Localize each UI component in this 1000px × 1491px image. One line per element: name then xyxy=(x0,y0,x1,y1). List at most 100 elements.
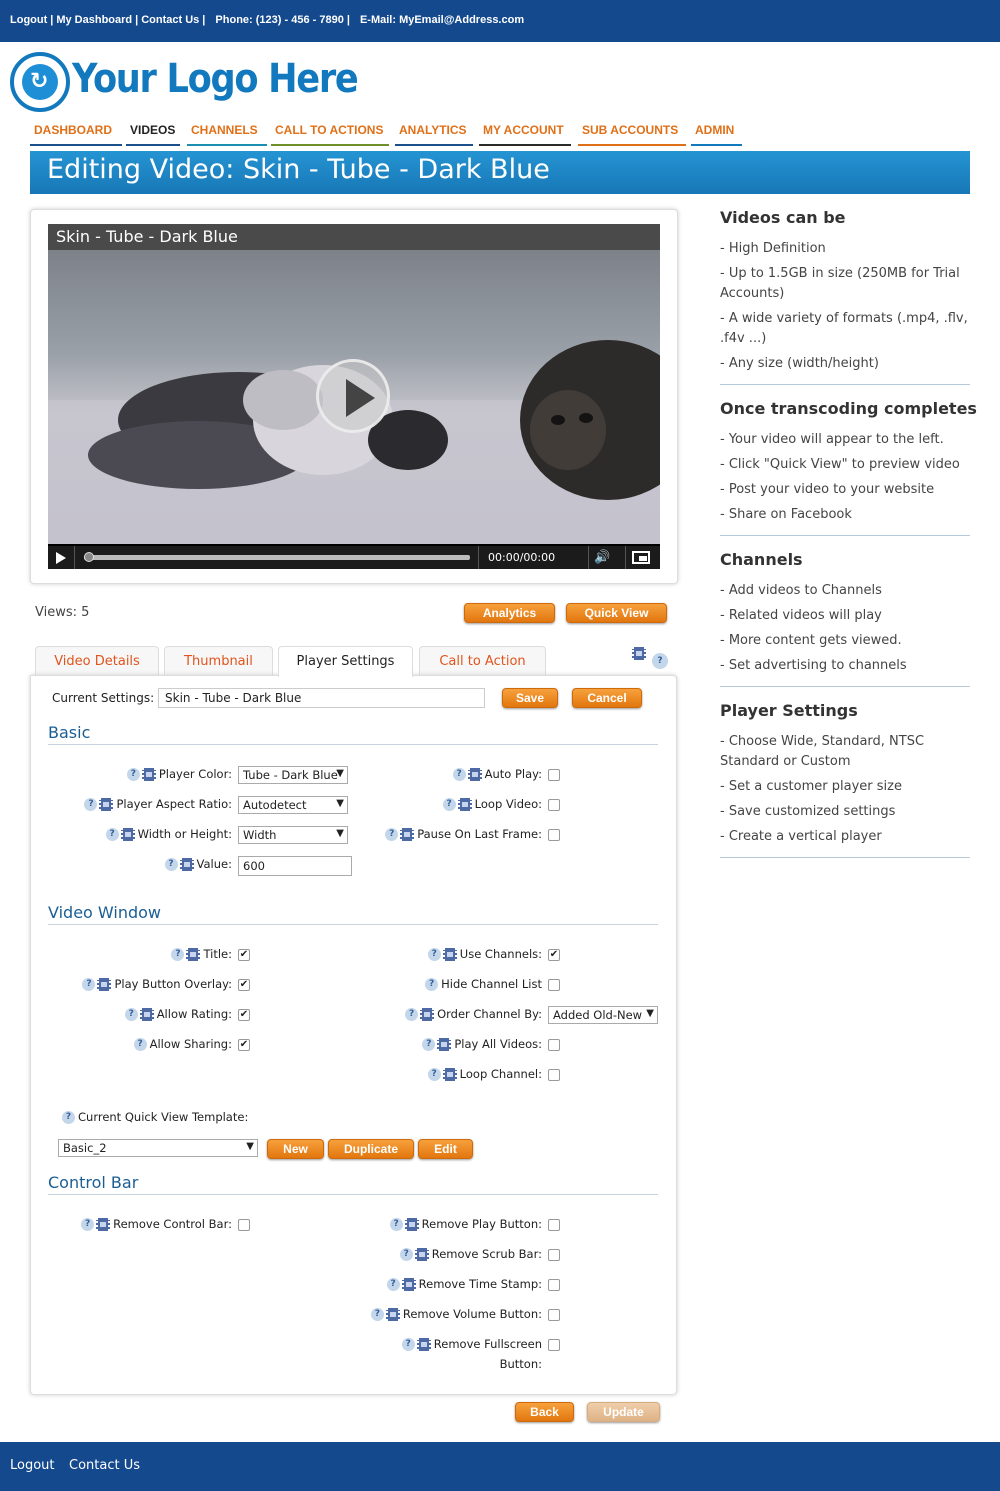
film-icon[interactable] xyxy=(457,798,472,811)
film-icon[interactable] xyxy=(400,828,415,841)
use-channels-checkbox[interactable]: ✔ xyxy=(548,949,560,961)
play-all-checkbox[interactable] xyxy=(548,1039,560,1051)
film-icon[interactable] xyxy=(99,798,114,811)
current-settings-input[interactable]: Skin - Tube - Dark Blue xyxy=(158,688,485,708)
quick-view-button[interactable]: Quick View xyxy=(566,603,667,623)
help-icon[interactable]: ? xyxy=(105,828,119,841)
nav-sub-accounts[interactable]: SUB ACCOUNTS xyxy=(578,122,686,146)
video-player[interactable]: Skin - Tube - Dark Blue 00:00/00:00 🔊 xyxy=(48,224,660,569)
nav-dashboard[interactable]: DASHBOARD xyxy=(30,122,122,146)
volume-icon[interactable]: 🔊 xyxy=(594,550,610,565)
film-icon[interactable] xyxy=(186,948,201,961)
film-icon[interactable] xyxy=(420,1008,435,1021)
auto-play-checkbox[interactable] xyxy=(548,769,560,781)
loop-video-checkbox[interactable] xyxy=(548,799,560,811)
update-button[interactable]: Update xyxy=(587,1402,660,1422)
save-button[interactable]: Save xyxy=(502,688,558,708)
film-icon[interactable] xyxy=(442,948,457,961)
tab-thumbnail[interactable]: Thumbnail xyxy=(164,646,273,676)
tab-player-settings[interactable]: Player Settings xyxy=(278,646,413,677)
help-icon[interactable]: ? xyxy=(422,1038,436,1051)
film-icon[interactable] xyxy=(97,978,112,991)
remove-play-checkbox[interactable] xyxy=(548,1219,560,1231)
back-button[interactable]: Back xyxy=(515,1402,574,1422)
allow-sharing-checkbox[interactable]: ✔ xyxy=(238,1039,250,1051)
help-icon[interactable]: ? xyxy=(133,1038,147,1051)
help-icon[interactable]: ? xyxy=(452,768,466,781)
scrub-bar[interactable] xyxy=(84,552,470,562)
help-icon[interactable]: ? xyxy=(389,1218,403,1231)
dashboard-link[interactable]: My Dashboard xyxy=(56,14,132,26)
help-icon[interactable]: ? xyxy=(652,650,668,669)
loop-channel-checkbox[interactable] xyxy=(548,1069,560,1081)
remove-fullscreen-checkbox[interactable] xyxy=(548,1339,560,1351)
film-icon[interactable] xyxy=(437,1038,452,1051)
remove-scrub-checkbox[interactable] xyxy=(548,1249,560,1261)
edit-button[interactable]: Edit xyxy=(418,1139,473,1159)
remove-control-bar-checkbox[interactable] xyxy=(238,1219,250,1231)
film-icon[interactable] xyxy=(442,1068,457,1081)
nav-call-to-actions[interactable]: CALL TO ACTIONS xyxy=(271,122,389,146)
film-icon[interactable] xyxy=(120,828,135,841)
qv-template-select[interactable]: Basic_2 ▼ xyxy=(58,1139,258,1157)
player-color-select[interactable]: Tube - Dark Blue ▼ xyxy=(238,766,348,784)
help-icon[interactable]: ? xyxy=(126,768,140,781)
tab-video-details[interactable]: Video Details xyxy=(35,646,159,676)
nav-channels[interactable]: CHANNELS xyxy=(187,122,267,146)
help-icon[interactable]: ? xyxy=(81,1218,95,1231)
help-icon[interactable]: ? xyxy=(386,1278,400,1291)
duplicate-button[interactable]: Duplicate xyxy=(328,1139,414,1159)
help-icon[interactable]: ? xyxy=(401,1338,415,1351)
help-icon[interactable]: ? xyxy=(164,858,178,871)
scrub-handle[interactable] xyxy=(84,552,94,562)
allow-rating-checkbox[interactable]: ✔ xyxy=(238,1009,250,1021)
nav-videos[interactable]: VIDEOS xyxy=(126,122,180,146)
film-icon[interactable] xyxy=(139,1008,154,1021)
value-input[interactable]: 600 xyxy=(238,856,352,876)
film-icon[interactable] xyxy=(141,768,156,781)
help-icon[interactable]: ? xyxy=(427,1068,441,1081)
cancel-button[interactable]: Cancel xyxy=(572,688,642,708)
tab-call-to-action[interactable]: Call to Action xyxy=(419,646,546,676)
film-icon[interactable] xyxy=(96,1218,111,1231)
order-channel-select[interactable]: Added Old-New ▼ xyxy=(548,1006,658,1024)
remove-time-checkbox[interactable] xyxy=(548,1279,560,1291)
pause-last-frame-checkbox[interactable] xyxy=(548,829,560,841)
nav-analytics[interactable]: ANALYTICS xyxy=(395,122,473,146)
help-icon[interactable]: ? xyxy=(84,798,98,811)
help-icon[interactable]: ? xyxy=(425,978,439,991)
help-icon[interactable]: ? xyxy=(171,948,185,961)
help-icon[interactable]: ? xyxy=(124,1008,138,1021)
help-icon[interactable]: ? xyxy=(82,978,96,991)
help-icon[interactable]: ? xyxy=(399,1248,413,1261)
hide-channel-list-checkbox[interactable] xyxy=(548,979,560,991)
footer-contact-link[interactable]: Contact Us xyxy=(69,1458,140,1473)
film-icon[interactable] xyxy=(179,858,194,871)
footer-logout-link[interactable]: Logout xyxy=(10,1458,55,1473)
aspect-ratio-select[interactable]: Autodetect ▼ xyxy=(238,796,348,814)
width-height-select[interactable]: Width ▼ xyxy=(238,826,348,844)
play-icon[interactable] xyxy=(56,552,66,564)
help-icon[interactable]: ? xyxy=(427,948,441,961)
logout-link[interactable]: Logout xyxy=(10,14,47,26)
nav-admin[interactable]: ADMIN xyxy=(691,122,742,146)
play-overlay-button[interactable] xyxy=(316,359,390,433)
help-icon[interactable]: ? xyxy=(405,1008,419,1021)
title-checkbox[interactable]: ✔ xyxy=(238,949,250,961)
film-icon[interactable] xyxy=(416,1338,431,1351)
film-icon[interactable] xyxy=(401,1278,416,1291)
film-icon[interactable] xyxy=(467,768,482,781)
tutorial-film-icon[interactable] xyxy=(632,643,646,662)
contact-link[interactable]: Contact Us xyxy=(141,14,199,26)
analytics-button[interactable]: Analytics xyxy=(464,603,555,623)
help-icon[interactable]: ? xyxy=(62,1111,75,1124)
fullscreen-icon[interactable] xyxy=(632,551,650,564)
film-icon[interactable] xyxy=(404,1218,419,1231)
nav-my-account[interactable]: MY ACCOUNT xyxy=(479,122,571,146)
film-icon[interactable] xyxy=(385,1308,400,1321)
help-icon[interactable]: ? xyxy=(442,798,456,811)
new-button[interactable]: New xyxy=(267,1139,324,1159)
film-icon[interactable] xyxy=(414,1248,429,1261)
remove-volume-checkbox[interactable] xyxy=(548,1309,560,1321)
help-icon[interactable]: ? xyxy=(385,828,399,841)
